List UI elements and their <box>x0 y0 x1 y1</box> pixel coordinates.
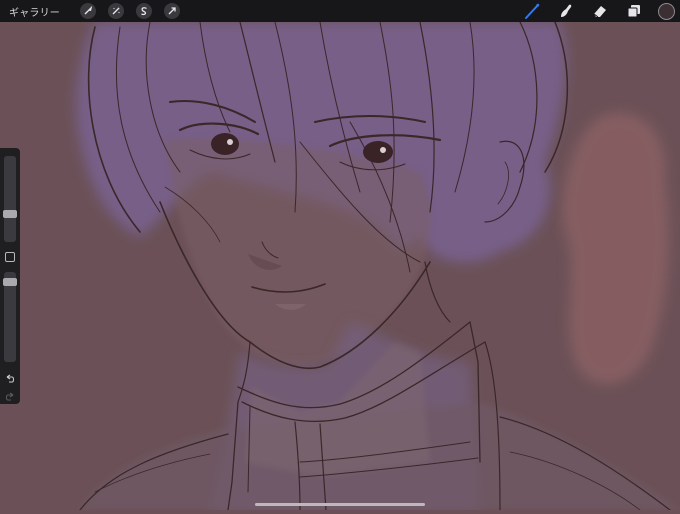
undo-icon[interactable] <box>4 370 16 383</box>
opacity-handle[interactable] <box>3 278 17 286</box>
wrench-icon[interactable] <box>80 3 96 19</box>
home-indicator <box>255 503 425 506</box>
eraser-icon[interactable] <box>590 1 610 21</box>
brush-size-slider[interactable] <box>4 156 16 242</box>
smudge-icon[interactable] <box>556 1 576 21</box>
tool-selector-group <box>508 0 680 22</box>
brush-sidebar <box>0 148 20 404</box>
top-toolbar: ギャラリー <box>0 0 680 22</box>
selection-s-icon[interactable] <box>136 3 152 19</box>
transform-arrow-icon[interactable] <box>164 3 180 19</box>
modify-button[interactable] <box>5 252 15 262</box>
magic-wand-icon[interactable] <box>108 3 124 19</box>
current-color-swatch[interactable] <box>658 2 675 20</box>
brush-icon[interactable] <box>522 1 542 21</box>
gallery-button[interactable]: ギャラリー <box>9 4 60 19</box>
artwork-sketch <box>0 21 680 511</box>
layers-icon[interactable] <box>624 1 644 21</box>
drawing-canvas[interactable] <box>0 21 680 511</box>
brush-size-handle[interactable] <box>3 210 17 218</box>
redo-icon[interactable] <box>4 388 16 401</box>
